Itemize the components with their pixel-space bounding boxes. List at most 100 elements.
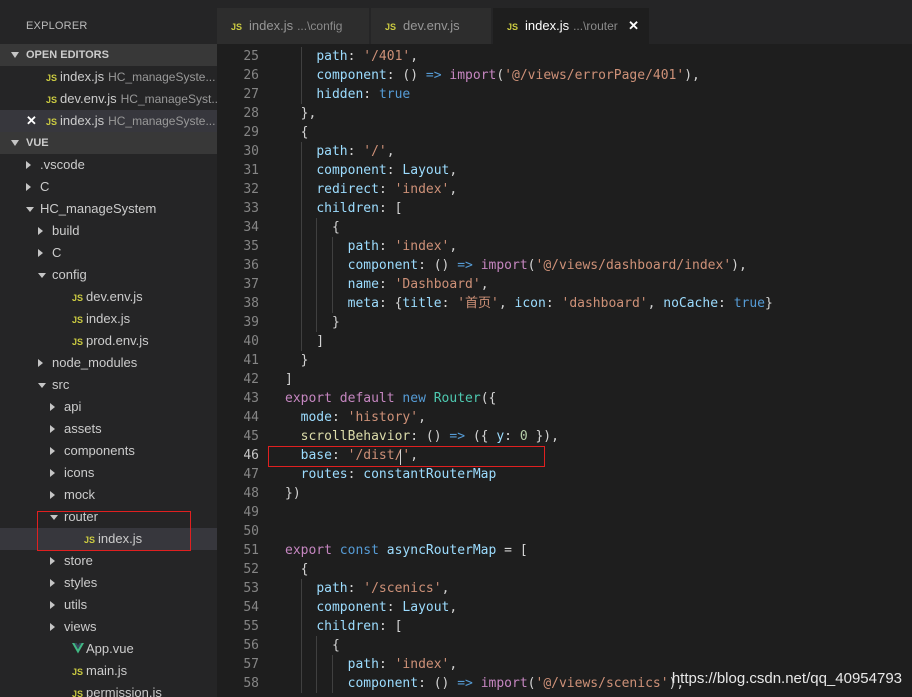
code-text: export default new Router({ bbox=[285, 389, 496, 408]
tree-folder[interactable]: components bbox=[0, 440, 217, 462]
code-token: , bbox=[647, 296, 664, 311]
tree-item-label: dev.env.js bbox=[86, 289, 143, 304]
tree-folder[interactable]: HC_manageSystem bbox=[0, 198, 217, 220]
js-file-icon: JS bbox=[507, 22, 519, 32]
code-token: { bbox=[285, 562, 309, 577]
code-token: component bbox=[316, 600, 387, 615]
watermark: https://blog.csdn.net/qq_40954793 bbox=[671, 670, 902, 687]
code-token: component bbox=[347, 258, 419, 273]
line-number: 42 bbox=[243, 372, 259, 387]
open-editors-header[interactable]: OPEN EDITORS bbox=[0, 44, 217, 66]
code-token: noCache bbox=[663, 296, 719, 311]
tree-file[interactable]: JS prod.env.js bbox=[0, 330, 217, 352]
code-text: redirect: 'index', bbox=[285, 180, 457, 199]
tree-file[interactable]: JS permission.js bbox=[0, 682, 217, 697]
code-token: '@/views/scenics' bbox=[535, 676, 669, 691]
tree-file[interactable]: App.vue bbox=[0, 638, 217, 660]
editor-tab[interactable]: JS index.js ...\router ✕ bbox=[493, 8, 649, 44]
tree-folder[interactable]: styles bbox=[0, 572, 217, 594]
code-token: => bbox=[457, 258, 473, 273]
code-line: 25 path: '/401', bbox=[217, 47, 912, 66]
code-token: '/401' bbox=[363, 49, 411, 64]
code-text: children: [ bbox=[285, 199, 402, 218]
text-cursor bbox=[400, 450, 401, 465]
tree-folder[interactable]: utils bbox=[0, 594, 217, 616]
js-file-icon: JS bbox=[72, 337, 84, 347]
code-text: component: () => import('@/views/dashboa… bbox=[285, 256, 747, 275]
line-number: 40 bbox=[243, 334, 259, 349]
line-number: 46 bbox=[243, 448, 259, 463]
code-token: '/scenics' bbox=[363, 581, 442, 596]
tree-folder[interactable]: C bbox=[0, 176, 217, 198]
tree-item-content: JS prod.env.js bbox=[72, 330, 149, 352]
tree-folder[interactable]: mock bbox=[0, 484, 217, 506]
tree-file[interactable]: JS index.js bbox=[0, 308, 217, 330]
tree-item-label: C bbox=[40, 179, 50, 194]
tree-folder[interactable]: build bbox=[0, 220, 217, 242]
open-editor-filename: index.js bbox=[60, 69, 105, 84]
tree-item-content: icons bbox=[64, 462, 94, 484]
code-token: , bbox=[410, 49, 419, 64]
line-number: 47 bbox=[243, 467, 259, 482]
tree-item-content: mock bbox=[64, 484, 95, 506]
tree-folder[interactable]: assets bbox=[0, 418, 217, 440]
line-number: 32 bbox=[243, 182, 259, 197]
tree-file[interactable]: JS main.js bbox=[0, 660, 217, 682]
chevron-right-icon bbox=[38, 227, 43, 235]
tree-item-label: prod.env.js bbox=[86, 333, 149, 348]
close-icon[interactable]: ✕ bbox=[26, 110, 37, 132]
tree-folder[interactable]: store bbox=[0, 550, 217, 572]
tree-item-content: router bbox=[64, 506, 98, 528]
open-editor-item[interactable]: JS index.js HC_manageSyste... bbox=[0, 66, 217, 88]
code-text: { bbox=[285, 123, 309, 142]
tree-file[interactable]: JS dev.env.js bbox=[0, 286, 217, 308]
open-editor-item[interactable]: ✕ JS index.js HC_manageSyste... bbox=[0, 110, 217, 132]
line-number: 44 bbox=[243, 410, 259, 425]
code-token: ( bbox=[527, 676, 536, 691]
open-editor-item[interactable]: JS dev.env.js HC_manageSyst... bbox=[0, 88, 217, 110]
tree-item-label: views bbox=[64, 619, 97, 634]
chevron-down-icon bbox=[11, 140, 19, 146]
tree-folder[interactable]: config bbox=[0, 264, 217, 286]
tree-folder[interactable]: src bbox=[0, 374, 217, 396]
chevron-down-icon bbox=[38, 383, 46, 388]
code-token: 'index' bbox=[394, 239, 450, 254]
editor-tab[interactable]: JS dev.env.js bbox=[371, 8, 491, 44]
tab-filename: dev.env.js bbox=[403, 18, 460, 33]
line-number: 55 bbox=[243, 619, 259, 634]
tree-item-content: build bbox=[52, 220, 79, 242]
code-text: mode: 'history', bbox=[285, 408, 426, 427]
tree-item-content: .vscode bbox=[40, 154, 85, 176]
tree-folder[interactable]: views bbox=[0, 616, 217, 638]
code-text: children: [ bbox=[285, 617, 402, 636]
tree-folder[interactable]: icons bbox=[0, 462, 217, 484]
code-token: }, bbox=[285, 106, 317, 121]
tree-item-label: build bbox=[52, 223, 80, 238]
close-icon[interactable]: ✕ bbox=[628, 8, 639, 44]
code-token: , bbox=[449, 600, 458, 615]
code-line: 47 routes: constantRouterMap bbox=[217, 465, 912, 484]
tree-folder[interactable]: .vscode bbox=[0, 154, 217, 176]
tree-file[interactable]: JS index.js bbox=[0, 528, 217, 550]
code-line: 50 bbox=[217, 522, 912, 541]
tree-folder[interactable]: C bbox=[0, 242, 217, 264]
code-editor[interactable]: 25 path: '/401', 26 component: () => impo… bbox=[217, 44, 912, 697]
code-line: 56 { bbox=[217, 636, 912, 655]
code-text: name: 'Dashboard', bbox=[285, 275, 489, 294]
code-text: base: '/dist/', bbox=[285, 446, 418, 465]
code-text: { bbox=[285, 218, 340, 237]
tree-item-label: store bbox=[64, 553, 93, 568]
tree-folder[interactable]: node_modules bbox=[0, 352, 217, 374]
tree-folder[interactable]: api bbox=[0, 396, 217, 418]
line-number: 56 bbox=[243, 638, 259, 653]
code-token: , bbox=[418, 410, 426, 425]
editor-tab[interactable]: JS index.js ...\config bbox=[217, 8, 369, 44]
tree-folder[interactable]: router bbox=[0, 506, 217, 528]
code-token: , bbox=[449, 163, 458, 178]
tree-item-label: config bbox=[52, 267, 87, 282]
vue-folder-header[interactable]: VUE bbox=[0, 132, 217, 154]
